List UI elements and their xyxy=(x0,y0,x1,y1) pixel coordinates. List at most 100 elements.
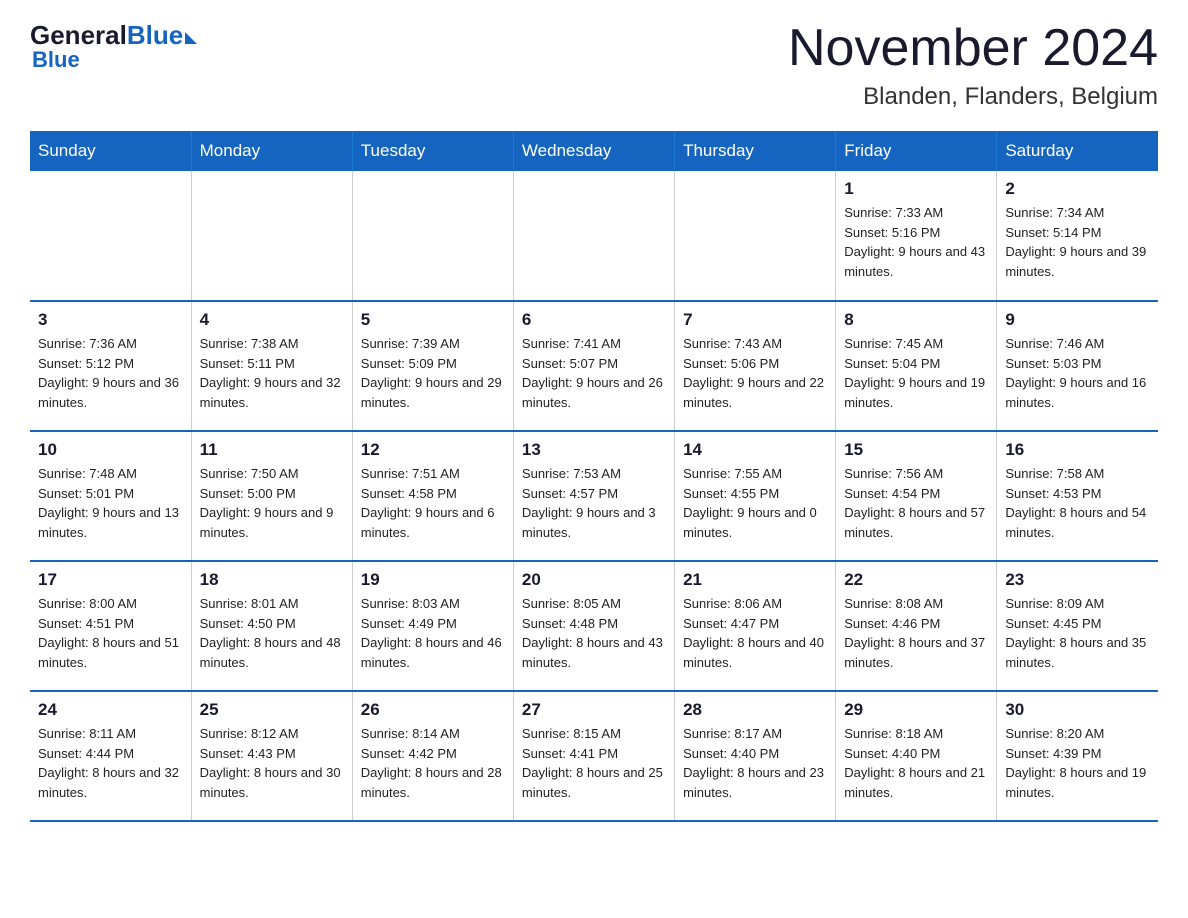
calendar-cell: 27 Sunrise: 8:15 AMSunset: 4:41 PMDayligh… xyxy=(513,691,674,821)
day-info: Sunrise: 8:09 AMSunset: 4:45 PMDaylight:… xyxy=(1005,594,1150,672)
logo-blue-text: Blue xyxy=(127,20,183,51)
calendar-cell: 13Sunrise: 7:53 AMSunset: 4:57 PMDayligh… xyxy=(513,431,674,561)
day-info: Sunrise: 8:03 AMSunset: 4:49 PMDaylight:… xyxy=(361,594,505,672)
weekday-header-saturday: Saturday xyxy=(997,131,1158,171)
calendar-cell: 12 Sunrise: 7:51 AMSunset: 4:58 PMDayligh… xyxy=(352,431,513,561)
calendar-cell: 11Sunrise: 7:50 AMSunset: 5:00 PMDayligh… xyxy=(191,431,352,561)
calendar-cell xyxy=(191,171,352,301)
calendar-cell: 28 Sunrise: 8:17 AMSunset: 4:40 PMDayligh… xyxy=(675,691,836,821)
day-number: 25 xyxy=(200,700,344,720)
calendar-cell: 8Sunrise: 7:45 AMSunset: 5:04 PMDaylight… xyxy=(836,301,997,431)
calendar-cell: 2 Sunrise: 7:34 AMSunset: 5:14 PMDaylight… xyxy=(997,171,1158,301)
month-title: November 2024 xyxy=(788,20,1158,77)
day-info: Sunrise: 8:18 AMSunset: 4:40 PMDaylight:… xyxy=(844,724,988,802)
calendar-body: 1Sunrise: 7:33 AMSunset: 5:16 PMDaylight… xyxy=(30,171,1158,821)
day-number: 6 xyxy=(522,310,666,330)
logo-arrow-icon xyxy=(185,32,197,44)
calendar-week-row: 3 Sunrise: 7:36 AMSunset: 5:12 PMDaylight… xyxy=(30,301,1158,431)
day-info: Sunrise: 7:45 AMSunset: 5:04 PMDaylight:… xyxy=(844,334,988,412)
day-info: Sunrise: 7:48 AMSunset: 5:01 PMDaylight:… xyxy=(38,464,183,542)
calendar-cell: 24Sunrise: 8:11 AMSunset: 4:44 PMDayligh… xyxy=(30,691,191,821)
day-info: Sunrise: 8:01 AMSunset: 4:50 PMDaylight:… xyxy=(200,594,344,672)
page-header: GeneralBlue Blue November 2024 Blanden, … xyxy=(30,20,1158,111)
calendar-cell: 7 Sunrise: 7:43 AMSunset: 5:06 PMDaylight… xyxy=(675,301,836,431)
day-info: Sunrise: 7:43 AMSunset: 5:06 PMDaylight:… xyxy=(683,334,827,412)
calendar-cell: 21Sunrise: 8:06 AMSunset: 4:47 PMDayligh… xyxy=(675,561,836,691)
day-number: 5 xyxy=(361,310,505,330)
day-info: Sunrise: 7:36 AMSunset: 5:12 PMDaylight:… xyxy=(38,334,183,412)
calendar-cell: 22Sunrise: 8:08 AMSunset: 4:46 PMDayligh… xyxy=(836,561,997,691)
day-info: Sunrise: 8:05 AMSunset: 4:48 PMDaylight:… xyxy=(522,594,666,672)
calendar-week-row: 10 Sunrise: 7:48 AMSunset: 5:01 PMDayligh… xyxy=(30,431,1158,561)
weekday-header-row: SundayMondayTuesdayWednesdayThursdayFrid… xyxy=(30,131,1158,171)
calendar-cell: 17Sunrise: 8:00 AMSunset: 4:51 PMDayligh… xyxy=(30,561,191,691)
day-info: Sunrise: 7:38 AMSunset: 5:11 PMDaylight:… xyxy=(200,334,344,412)
day-number: 7 xyxy=(683,310,827,330)
day-number: 26 xyxy=(361,700,505,720)
day-number: 15 xyxy=(844,440,988,460)
day-number: 12 xyxy=(361,440,505,460)
location-title: Blanden, Flanders, Belgium xyxy=(788,83,1158,111)
calendar-cell: 30 Sunrise: 8:20 AMSunset: 4:39 PMDayligh… xyxy=(997,691,1158,821)
day-number: 24 xyxy=(38,700,183,720)
day-number: 17 xyxy=(38,570,183,590)
calendar-cell xyxy=(352,171,513,301)
calendar-header: SundayMondayTuesdayWednesdayThursdayFrid… xyxy=(30,131,1158,171)
calendar-cell: 26 Sunrise: 8:14 AMSunset: 4:42 PMDayligh… xyxy=(352,691,513,821)
weekday-header-wednesday: Wednesday xyxy=(513,131,674,171)
day-info: Sunrise: 8:17 AMSunset: 4:40 PMDaylight:… xyxy=(683,724,827,802)
day-number: 30 xyxy=(1005,700,1150,720)
calendar-cell: 16Sunrise: 7:58 AMSunset: 4:53 PMDayligh… xyxy=(997,431,1158,561)
calendar-cell: 9 Sunrise: 7:46 AMSunset: 5:03 PMDaylight… xyxy=(997,301,1158,431)
day-info: Sunrise: 7:53 AMSunset: 4:57 PMDaylight:… xyxy=(522,464,666,542)
day-number: 18 xyxy=(200,570,344,590)
calendar-cell: 29 Sunrise: 8:18 AMSunset: 4:40 PMDayligh… xyxy=(836,691,997,821)
day-number: 10 xyxy=(38,440,183,460)
calendar-cell: 23 Sunrise: 8:09 AMSunset: 4:45 PMDayligh… xyxy=(997,561,1158,691)
day-number: 1 xyxy=(844,179,988,199)
calendar-cell: 10 Sunrise: 7:48 AMSunset: 5:01 PMDayligh… xyxy=(30,431,191,561)
day-number: 19 xyxy=(361,570,505,590)
day-number: 29 xyxy=(844,700,988,720)
day-info: Sunrise: 8:12 AMSunset: 4:43 PMDaylight:… xyxy=(200,724,344,802)
weekday-header-tuesday: Tuesday xyxy=(352,131,513,171)
calendar-cell: 6 Sunrise: 7:41 AMSunset: 5:07 PMDaylight… xyxy=(513,301,674,431)
calendar-cell: 3 Sunrise: 7:36 AMSunset: 5:12 PMDaylight… xyxy=(30,301,191,431)
logo-bottom-text: Blue xyxy=(32,47,80,73)
day-info: Sunrise: 7:34 AMSunset: 5:14 PMDaylight:… xyxy=(1005,203,1150,281)
day-info: Sunrise: 8:14 AMSunset: 4:42 PMDaylight:… xyxy=(361,724,505,802)
calendar-week-row: 17Sunrise: 8:00 AMSunset: 4:51 PMDayligh… xyxy=(30,561,1158,691)
weekday-header-sunday: Sunday xyxy=(30,131,191,171)
calendar-cell: 4 Sunrise: 7:38 AMSunset: 5:11 PMDaylight… xyxy=(191,301,352,431)
day-number: 14 xyxy=(683,440,827,460)
calendar-week-row: 24Sunrise: 8:11 AMSunset: 4:44 PMDayligh… xyxy=(30,691,1158,821)
day-info: Sunrise: 7:46 AMSunset: 5:03 PMDaylight:… xyxy=(1005,334,1150,412)
day-info: Sunrise: 8:20 AMSunset: 4:39 PMDaylight:… xyxy=(1005,724,1150,802)
calendar-cell: 19 Sunrise: 8:03 AMSunset: 4:49 PMDayligh… xyxy=(352,561,513,691)
day-number: 21 xyxy=(683,570,827,590)
day-number: 16 xyxy=(1005,440,1150,460)
calendar-table: SundayMondayTuesdayWednesdayThursdayFrid… xyxy=(30,131,1158,822)
day-number: 2 xyxy=(1005,179,1150,199)
day-number: 9 xyxy=(1005,310,1150,330)
calendar-cell: 14 Sunrise: 7:55 AMSunset: 4:55 PMDayligh… xyxy=(675,431,836,561)
day-info: Sunrise: 7:41 AMSunset: 5:07 PMDaylight:… xyxy=(522,334,666,412)
logo: GeneralBlue Blue xyxy=(30,20,197,73)
day-info: Sunrise: 7:50 AMSunset: 5:00 PMDaylight:… xyxy=(200,464,344,542)
day-info: Sunrise: 8:15 AMSunset: 4:41 PMDaylight:… xyxy=(522,724,666,802)
calendar-cell: 5Sunrise: 7:39 AMSunset: 5:09 PMDaylight… xyxy=(352,301,513,431)
day-number: 3 xyxy=(38,310,183,330)
calendar-cell: 20 Sunrise: 8:05 AMSunset: 4:48 PMDayligh… xyxy=(513,561,674,691)
calendar-cell: 1Sunrise: 7:33 AMSunset: 5:16 PMDaylight… xyxy=(836,171,997,301)
day-number: 27 xyxy=(522,700,666,720)
day-info: Sunrise: 7:55 AMSunset: 4:55 PMDaylight:… xyxy=(683,464,827,542)
day-number: 4 xyxy=(200,310,344,330)
day-number: 23 xyxy=(1005,570,1150,590)
day-info: Sunrise: 7:56 AMSunset: 4:54 PMDaylight:… xyxy=(844,464,988,542)
title-section: November 2024 Blanden, Flanders, Belgium xyxy=(788,20,1158,111)
calendar-cell xyxy=(513,171,674,301)
day-number: 20 xyxy=(522,570,666,590)
day-number: 28 xyxy=(683,700,827,720)
calendar-cell: 18 Sunrise: 8:01 AMSunset: 4:50 PMDayligh… xyxy=(191,561,352,691)
day-info: Sunrise: 7:51 AMSunset: 4:58 PMDaylight:… xyxy=(361,464,505,542)
